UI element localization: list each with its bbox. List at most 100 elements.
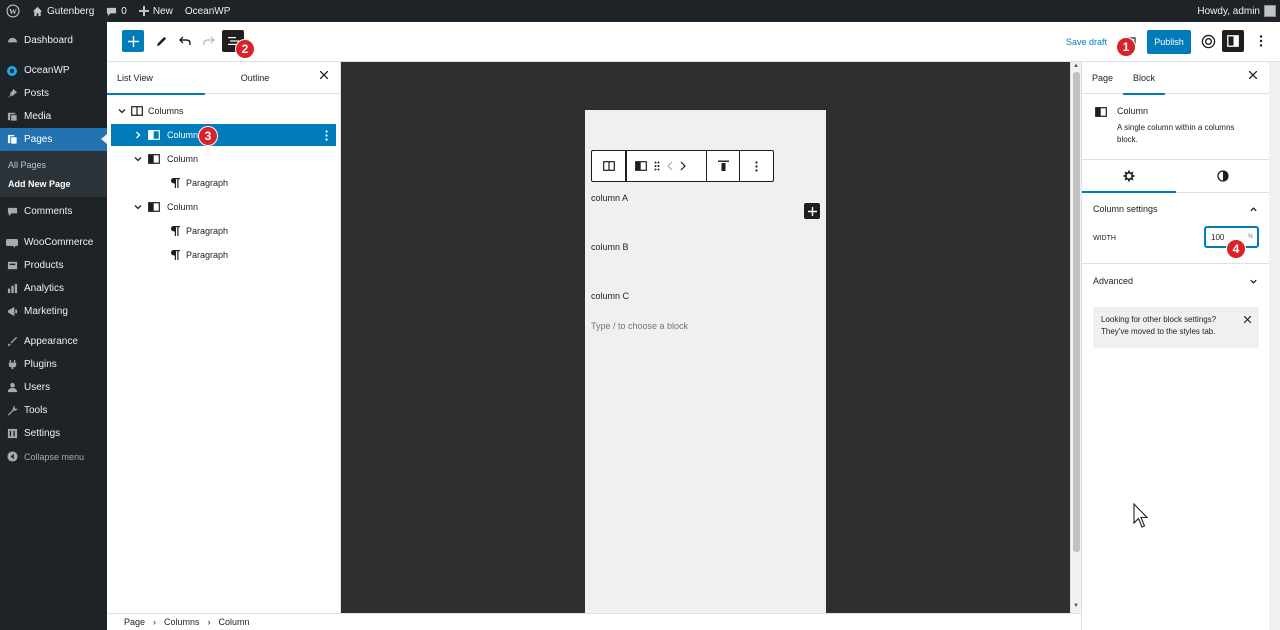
list-item-column-selected[interactable]: Column xyxy=(111,124,336,146)
menu-users[interactable]: Users xyxy=(0,376,107,399)
new-label: New xyxy=(152,5,173,17)
sidebar-icon xyxy=(1227,35,1239,47)
submenu-add-new-page[interactable]: Add New Page xyxy=(0,174,107,193)
list-item-column[interactable]: Column xyxy=(111,148,336,170)
menu-plugins[interactable]: Plugins xyxy=(0,353,107,376)
menu-label: WooCommerce xyxy=(24,237,94,248)
annotation-badge-4: 4 xyxy=(1226,239,1246,259)
list-item-columns[interactable]: Columns xyxy=(111,100,336,122)
wp-logo-button[interactable]: W xyxy=(0,0,26,22)
redo-icon xyxy=(203,36,215,45)
list-item-column[interactable]: Column xyxy=(111,196,336,218)
list-item-paragraph[interactable]: Paragraph xyxy=(111,220,336,242)
scroll-down-icon[interactable]: ▼ xyxy=(1073,603,1079,609)
breadcrumb-separator-icon: › xyxy=(207,617,211,627)
tab-page[interactable]: Page xyxy=(1082,62,1123,94)
menu-marketing[interactable]: Marketing xyxy=(0,300,107,323)
comments-count: 0 xyxy=(121,5,127,17)
chevron-right-icon[interactable] xyxy=(680,161,686,171)
comment-bubble-icon xyxy=(107,7,117,16)
vertical-ellipsis-icon xyxy=(1259,35,1263,47)
settings-toggle-button[interactable] xyxy=(1222,30,1244,52)
site-name: Gutenberg xyxy=(47,5,95,17)
panel-divider xyxy=(1082,263,1270,264)
tab-styles[interactable] xyxy=(1176,160,1270,192)
default-block-appender[interactable]: Type / to choose a block xyxy=(591,321,688,331)
appearance-icon xyxy=(6,336,18,348)
paragraph-column-c[interactable]: column C xyxy=(591,291,629,301)
column-settings-panel-toggle[interactable]: Column settings xyxy=(1082,200,1270,218)
annotation-badge-1: 1 xyxy=(1116,37,1136,57)
menu-woocommerce[interactable]: WooCommerce xyxy=(0,231,107,254)
styles-button[interactable] xyxy=(1197,30,1219,52)
paragraph-column-a[interactable]: column A xyxy=(591,193,628,203)
width-unit[interactable]: % xyxy=(1248,234,1253,240)
scroll-up-icon[interactable]: ▲ xyxy=(1073,63,1079,69)
menu-label: OceanWP xyxy=(24,65,70,76)
list-item-paragraph[interactable]: Paragraph xyxy=(111,244,336,266)
menu-products[interactable]: Products xyxy=(0,254,107,277)
site-name-link[interactable]: Gutenberg xyxy=(26,0,100,22)
notice-text: Looking for other block settings? They'v… xyxy=(1101,315,1217,336)
options-menu-button[interactable] xyxy=(1250,30,1272,52)
breadcrumb-columns[interactable]: Columns xyxy=(164,617,200,627)
save-draft-button[interactable]: Save draft xyxy=(1066,37,1107,47)
theme-link[interactable]: OceanWP xyxy=(179,0,237,22)
block-options-button[interactable] xyxy=(740,151,773,181)
close-settings-button[interactable] xyxy=(1249,71,1257,79)
menu-media[interactable]: Media xyxy=(0,105,107,128)
collapse-menu-button[interactable]: Collapse menu xyxy=(0,445,107,468)
block-inserter-button[interactable] xyxy=(122,30,144,52)
menu-oceanwp[interactable]: OceanWP xyxy=(0,59,107,82)
block-appender-button[interactable] xyxy=(804,203,820,219)
tools-button[interactable] xyxy=(150,30,172,52)
pages-submenu: All Pages Add New Page xyxy=(0,151,107,197)
tab-block[interactable]: Block xyxy=(1123,62,1166,95)
sidebar-scrollbar[interactable] xyxy=(1269,62,1280,630)
annotation-badge-2: 2 xyxy=(235,39,255,59)
chevron-left-icon[interactable] xyxy=(667,161,673,171)
menu-label: Posts xyxy=(24,88,50,99)
svg-text:W: W xyxy=(9,7,17,16)
account-link[interactable]: Howdy, admin xyxy=(1191,0,1280,22)
menu-pages[interactable]: Pages xyxy=(0,128,107,151)
block-title: Column xyxy=(1117,106,1149,116)
vertical-align-button[interactable] xyxy=(707,151,740,181)
canvas-scrollbar[interactable]: ▲ ▼ xyxy=(1070,62,1081,613)
undo-button[interactable] xyxy=(174,30,196,52)
breadcrumb-page[interactable]: Page xyxy=(124,617,145,627)
vertical-ellipsis-icon[interactable] xyxy=(325,130,328,141)
comments-link[interactable]: 0 xyxy=(100,0,133,22)
tab-settings[interactable] xyxy=(1082,160,1176,193)
list-item-paragraph[interactable]: Paragraph xyxy=(111,172,336,194)
dismiss-notice-button[interactable] xyxy=(1244,316,1251,323)
tab-outline[interactable]: Outline xyxy=(205,62,305,94)
tab-list-view[interactable]: List View xyxy=(107,62,205,95)
menu-appearance[interactable]: Appearance xyxy=(0,330,107,353)
scrollbar-thumb[interactable] xyxy=(1073,72,1080,552)
parent-columns-button[interactable] xyxy=(592,151,626,181)
publish-button[interactable]: Publish xyxy=(1147,30,1191,54)
menu-dashboard[interactable]: Dashboard xyxy=(0,29,107,52)
redo-button[interactable] xyxy=(198,30,220,52)
close-list-view-button[interactable] xyxy=(320,71,328,79)
column-icon[interactable] xyxy=(635,160,647,172)
advanced-panel-toggle[interactable]: Advanced xyxy=(1082,272,1270,290)
paragraph-column-b[interactable]: column B xyxy=(591,242,629,252)
settings-icon xyxy=(6,428,18,440)
new-content-link[interactable]: New xyxy=(133,0,179,22)
menu-tools[interactable]: Tools xyxy=(0,399,107,422)
breadcrumb-separator-icon: › xyxy=(153,617,157,627)
pencil-icon xyxy=(156,36,166,46)
submenu-all-pages[interactable]: All Pages xyxy=(0,155,107,174)
menu-comments[interactable]: Comments xyxy=(0,200,107,223)
annotation-badge-3: 3 xyxy=(198,126,218,146)
menu-analytics[interactable]: Analytics xyxy=(0,277,107,300)
columns-icon xyxy=(602,161,615,171)
list-item-label: Column xyxy=(167,154,199,164)
menu-label: Users xyxy=(24,382,51,393)
menu-settings[interactable]: Settings xyxy=(0,422,107,445)
menu-posts[interactable]: Posts xyxy=(0,82,107,105)
drag-handle-icon[interactable] xyxy=(654,161,660,171)
chevron-down-icon xyxy=(1250,279,1257,284)
